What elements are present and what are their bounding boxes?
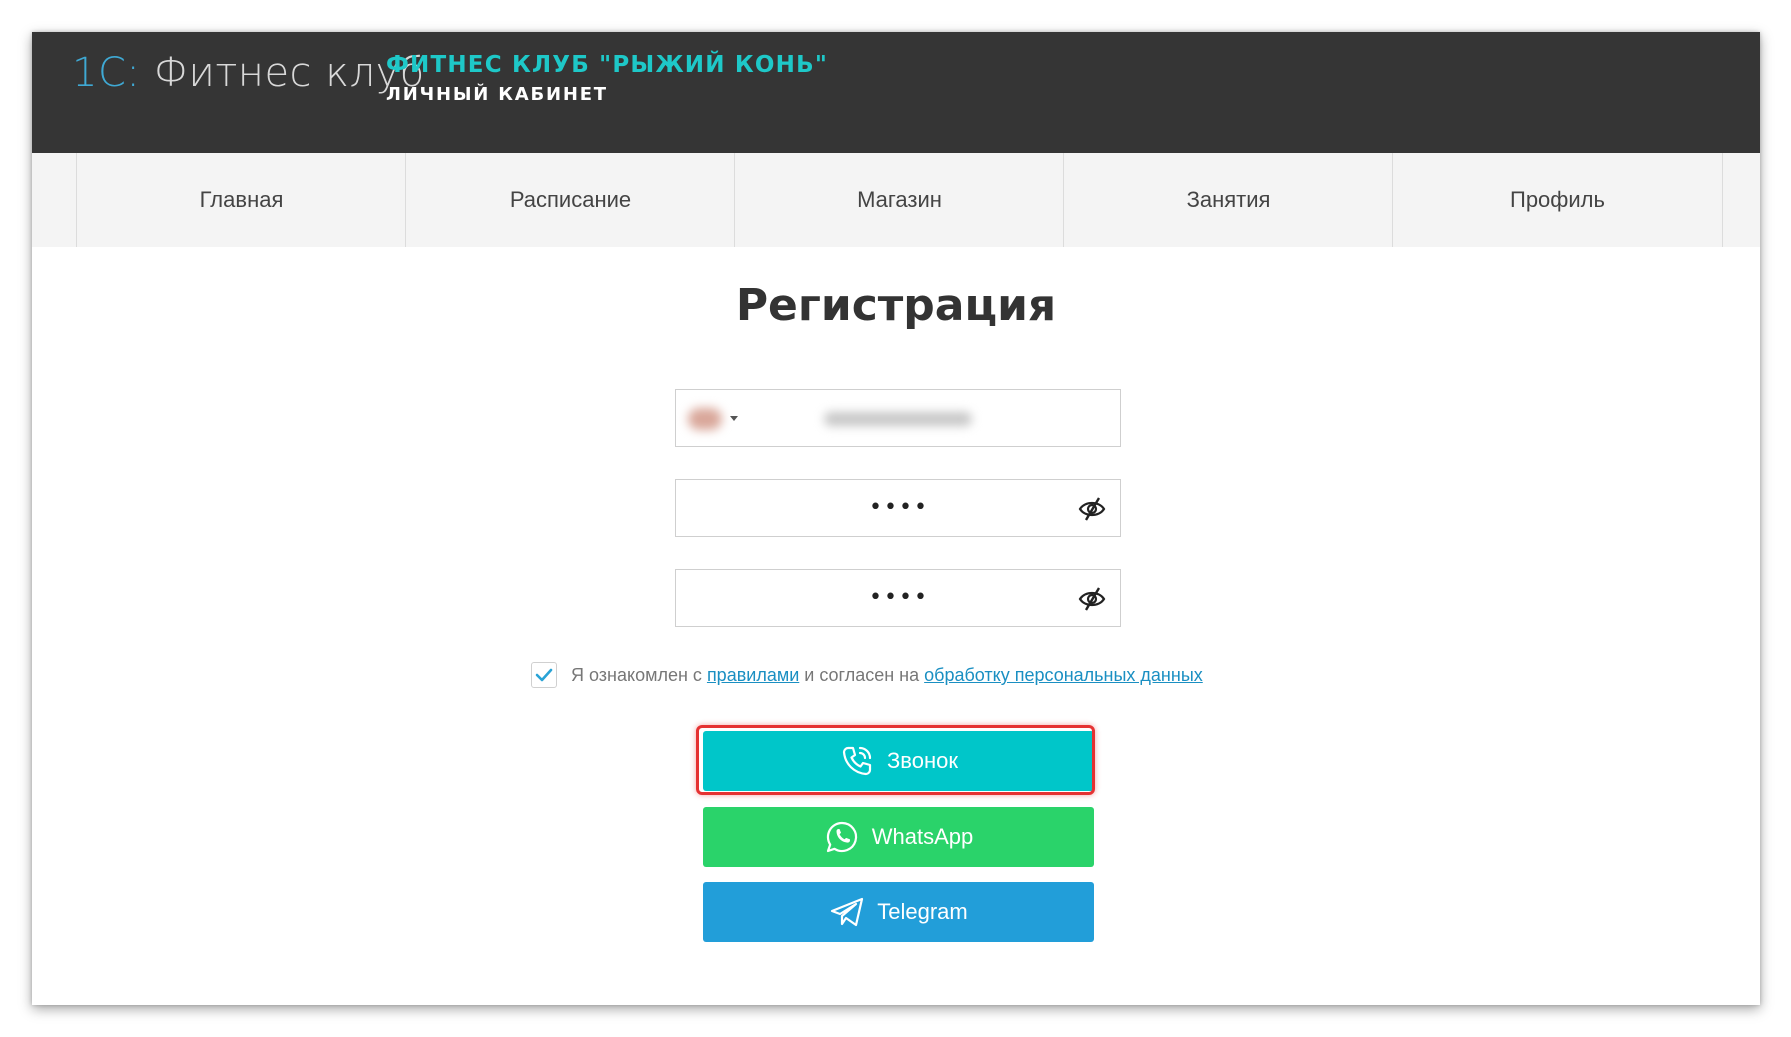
nav-item-profile[interactable]: Профиль — [1392, 153, 1723, 247]
telegram-button-label: Telegram — [877, 899, 968, 924]
password-confirm-value: •••• — [869, 585, 929, 610]
password-value: •••• — [869, 495, 929, 520]
eye-slash-icon[interactable] — [1078, 586, 1106, 612]
whatsapp-icon — [826, 821, 857, 853]
consent-checkbox[interactable] — [531, 662, 557, 688]
consent-text: Я ознакомлен с правилами и согласен на о… — [571, 665, 1203, 685]
phone-number-value — [824, 412, 972, 426]
consent-row: Я ознакомлен с правилами и согласен на о… — [531, 662, 1291, 692]
app-logo: 1С: Фитнес клуб — [72, 50, 425, 96]
nav-item-classes[interactable]: Занятия — [1063, 153, 1393, 247]
password-field[interactable]: •••• — [675, 479, 1121, 537]
club-title: ФИТНЕС КЛУБ "РЫЖИЙ КОНЬ" — [386, 52, 829, 78]
nav-item-home[interactable]: Главная — [76, 153, 406, 247]
app-window: 1С: Фитнес клуб ФИТНЕС КЛУБ "РЫЖИЙ КОНЬ"… — [32, 32, 1760, 1005]
password-confirm-field[interactable]: •••• — [675, 569, 1121, 627]
nav-item-schedule[interactable]: Расписание — [405, 153, 735, 247]
checkmark-icon — [535, 668, 553, 682]
header-bar: 1С: Фитнес клуб ФИТНЕС КЛУБ "РЫЖИЙ КОНЬ"… — [32, 32, 1760, 153]
whatsapp-button[interactable]: WhatsApp — [703, 807, 1094, 867]
rules-link[interactable]: правилами — [707, 665, 799, 685]
phone-field[interactable] — [675, 389, 1121, 447]
nav-item-shop[interactable]: Магазин — [734, 153, 1064, 247]
personal-data-link[interactable]: обработку персональных данных — [924, 665, 1203, 685]
main-nav: Главная Расписание Магазин Занятия Профи… — [32, 153, 1760, 247]
page-title: Регистрация — [735, 280, 1057, 331]
country-flag-icon[interactable] — [688, 408, 722, 430]
chevron-down-icon[interactable] — [730, 416, 738, 421]
telegram-icon — [831, 897, 864, 927]
telegram-button[interactable]: Telegram — [703, 882, 1094, 942]
whatsapp-button-label: WhatsApp — [871, 824, 974, 849]
eye-slash-icon[interactable] — [1078, 496, 1106, 522]
club-subtitle: ЛИЧНЫЙ КАБИНЕТ — [386, 84, 608, 105]
highlight-frame — [696, 725, 1095, 795]
